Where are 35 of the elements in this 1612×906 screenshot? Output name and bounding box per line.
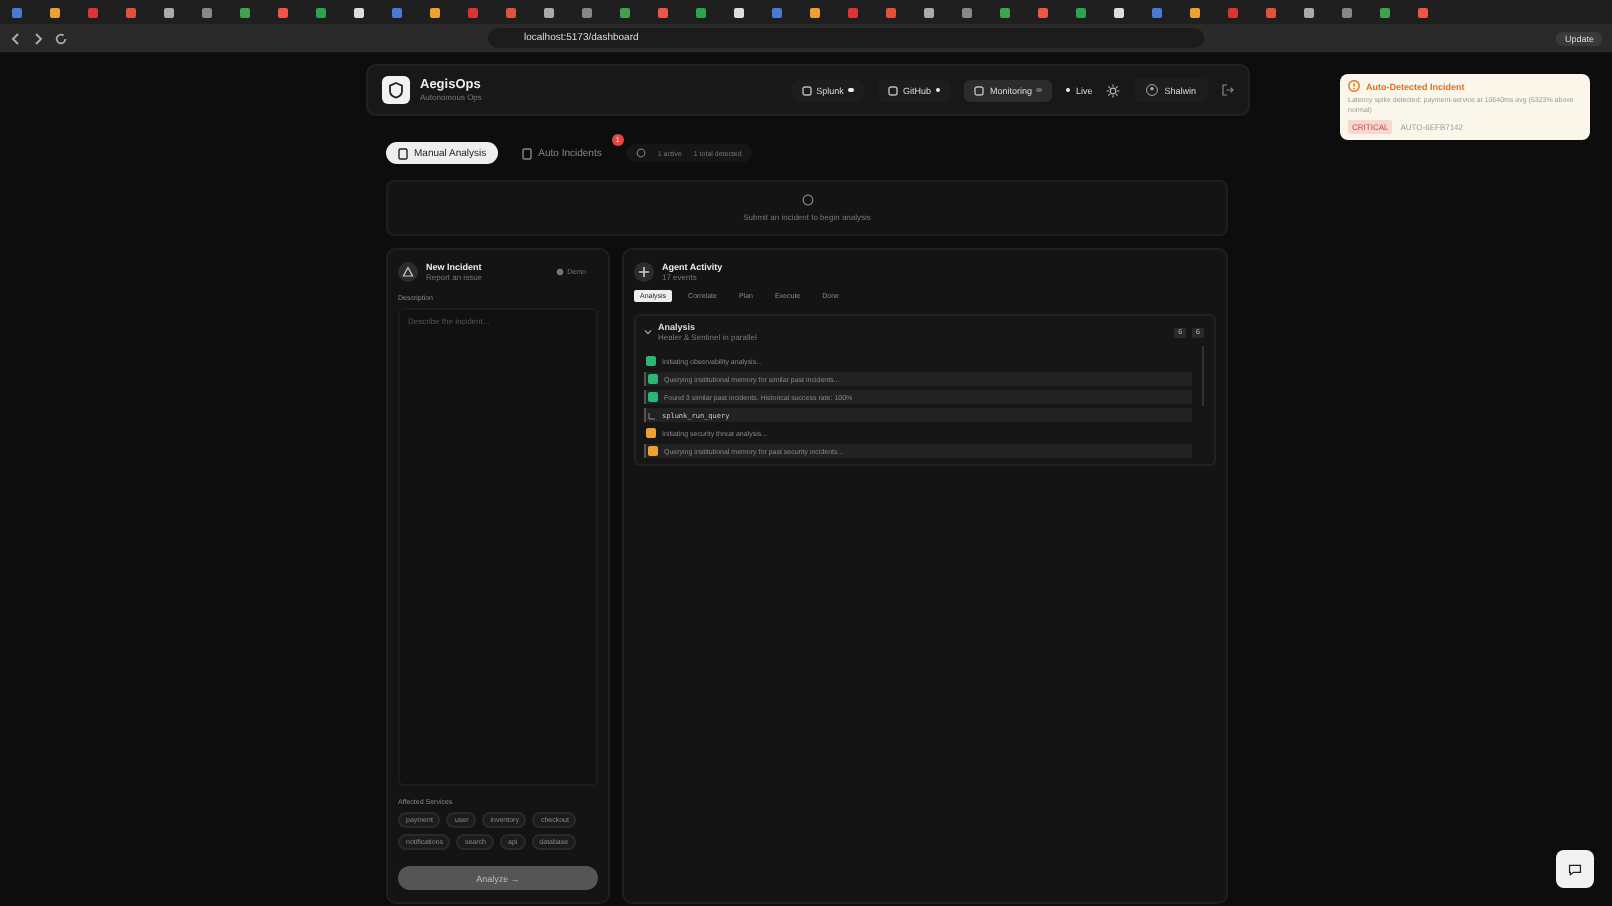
chat-button[interactable] <box>1556 850 1594 888</box>
reload-icon[interactable] <box>54 31 68 45</box>
idle-circle-icon <box>801 194 813 206</box>
chat-icon <box>1568 861 1582 877</box>
browser-tab-icon[interactable] <box>164 7 174 17</box>
document-icon <box>522 147 533 159</box>
browser-tab-icon[interactable] <box>1114 7 1124 17</box>
agent-icon <box>634 262 654 282</box>
browser-tab-icon[interactable] <box>810 7 820 17</box>
browser-tab-icon[interactable] <box>924 7 934 17</box>
theme-toggle-icon[interactable] <box>1106 83 1121 97</box>
browser-tab-icon[interactable] <box>734 7 744 17</box>
browser-tab-icon[interactable] <box>1380 7 1390 17</box>
chevron-icon[interactable] <box>644 328 652 336</box>
browser-tab-icon[interactable] <box>1190 7 1200 17</box>
browser-tab-icon[interactable] <box>50 7 60 17</box>
alert-icon <box>398 262 418 282</box>
logout-icon[interactable] <box>1222 84 1234 96</box>
browser-tab-icon[interactable] <box>240 7 250 17</box>
browser-tab-icon[interactable] <box>696 7 706 17</box>
tool-call-icon <box>648 411 656 419</box>
browser-tab-icon[interactable] <box>544 7 554 17</box>
browser-tab-icon[interactable] <box>1000 7 1010 17</box>
browser-tab-icon[interactable] <box>316 7 326 17</box>
browser-tab-icon[interactable] <box>620 7 630 17</box>
user-icon <box>1146 84 1159 96</box>
back-icon[interactable] <box>10 31 22 45</box>
warning-icon <box>1348 80 1360 92</box>
browser-tab-icon[interactable] <box>1304 7 1314 17</box>
shield-logo-icon <box>382 76 410 104</box>
document-icon <box>398 147 408 159</box>
forward-icon[interactable] <box>32 31 44 45</box>
browser-tab-icon[interactable] <box>1076 7 1086 17</box>
browser-tab-icon[interactable] <box>354 7 364 17</box>
browser-tab-icon[interactable] <box>430 7 440 17</box>
